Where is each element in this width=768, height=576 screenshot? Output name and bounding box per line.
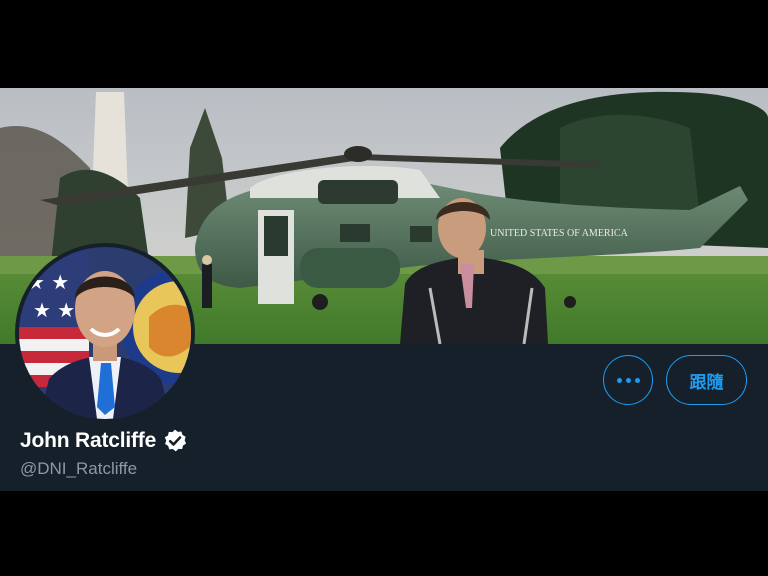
more-horizontal-icon-dot [625, 377, 631, 383]
more-button[interactable] [603, 355, 653, 405]
helicopter-text: UNITED STATES OF AMERICA [490, 228, 629, 239]
more-horizontal-icon-dot [634, 377, 640, 383]
follow-button[interactable]: 跟隨 [666, 355, 747, 405]
more-horizontal-icon [616, 377, 622, 383]
name-row: John Ratcliffe [20, 428, 188, 454]
verified-badge-icon [164, 429, 187, 452]
svg-text:★ ★: ★ ★ [33, 298, 75, 322]
profile-header: UNITED STATES OF AMERICA ★ ★ ★ ★ 跟隨 John… [0, 88, 768, 491]
avatar-photo: ★ ★ ★ ★ [19, 247, 191, 419]
avatar[interactable]: ★ ★ ★ ★ [15, 243, 195, 423]
display-name: John Ratcliffe [20, 429, 157, 452]
user-handle: @DNI_Ratcliffe [20, 459, 138, 478]
